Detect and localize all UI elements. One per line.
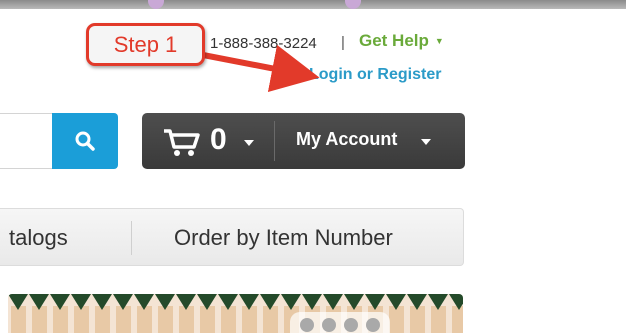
pencil-graphic	[449, 294, 463, 333]
top-banner-strip	[0, 0, 626, 9]
cart-button[interactable]: 0	[142, 113, 272, 169]
pencil-graphic	[407, 294, 428, 333]
pencil-graphic	[176, 294, 197, 333]
header-separator: |	[341, 34, 345, 51]
pencil-graphic	[155, 294, 176, 333]
search-button[interactable]	[52, 113, 118, 169]
pencil-graphic	[239, 294, 260, 333]
pencil-graphic	[92, 294, 113, 333]
flower-decoration	[345, 0, 361, 9]
pencil-graphic	[113, 294, 134, 333]
cart-count: 0	[210, 123, 227, 156]
carousel-dots[interactable]	[290, 312, 390, 333]
chevron-down-icon	[421, 139, 431, 145]
nav-item-catalogs[interactable]: talogs	[9, 225, 68, 251]
cart-icon	[164, 129, 200, 156]
promo-banner-image	[8, 294, 463, 333]
main-nav: talogs Order by Item Number	[0, 208, 464, 266]
pencil-graphic	[197, 294, 218, 333]
carousel-dot[interactable]	[300, 318, 314, 332]
carousel-dot[interactable]	[322, 318, 336, 332]
pencil-graphic	[8, 294, 29, 333]
pencil-graphic	[428, 294, 449, 333]
search-input[interactable]	[0, 113, 53, 169]
pencil-graphic	[218, 294, 239, 333]
pencil-graphic	[50, 294, 71, 333]
pencil-graphic	[29, 294, 50, 333]
login-register-link[interactable]: Login or Register	[309, 66, 441, 84]
step-callout: Step 1	[86, 23, 205, 66]
phone-number: 1-888-388-3224	[210, 35, 317, 52]
carousel-dot[interactable]	[344, 318, 358, 332]
pencil-graphic	[260, 294, 281, 333]
step-label: Step 1	[113, 31, 178, 57]
get-help-menu[interactable]: Get Help ▼	[359, 31, 444, 51]
cart-account-bar: 0 My Account	[142, 113, 465, 169]
chevron-down-icon	[244, 140, 254, 146]
get-help-label: Get Help	[359, 31, 429, 50]
search-icon	[75, 131, 95, 151]
pencil-graphic	[134, 294, 155, 333]
chevron-down-icon: ▼	[434, 36, 444, 46]
my-account-button[interactable]: My Account	[296, 129, 397, 150]
nav-divider	[131, 221, 132, 255]
pencil-graphic	[71, 294, 92, 333]
nav-item-order-by-item-number[interactable]: Order by Item Number	[174, 225, 393, 251]
carousel-dot[interactable]	[366, 318, 380, 332]
bar-divider	[274, 121, 275, 161]
flower-decoration	[148, 0, 164, 9]
